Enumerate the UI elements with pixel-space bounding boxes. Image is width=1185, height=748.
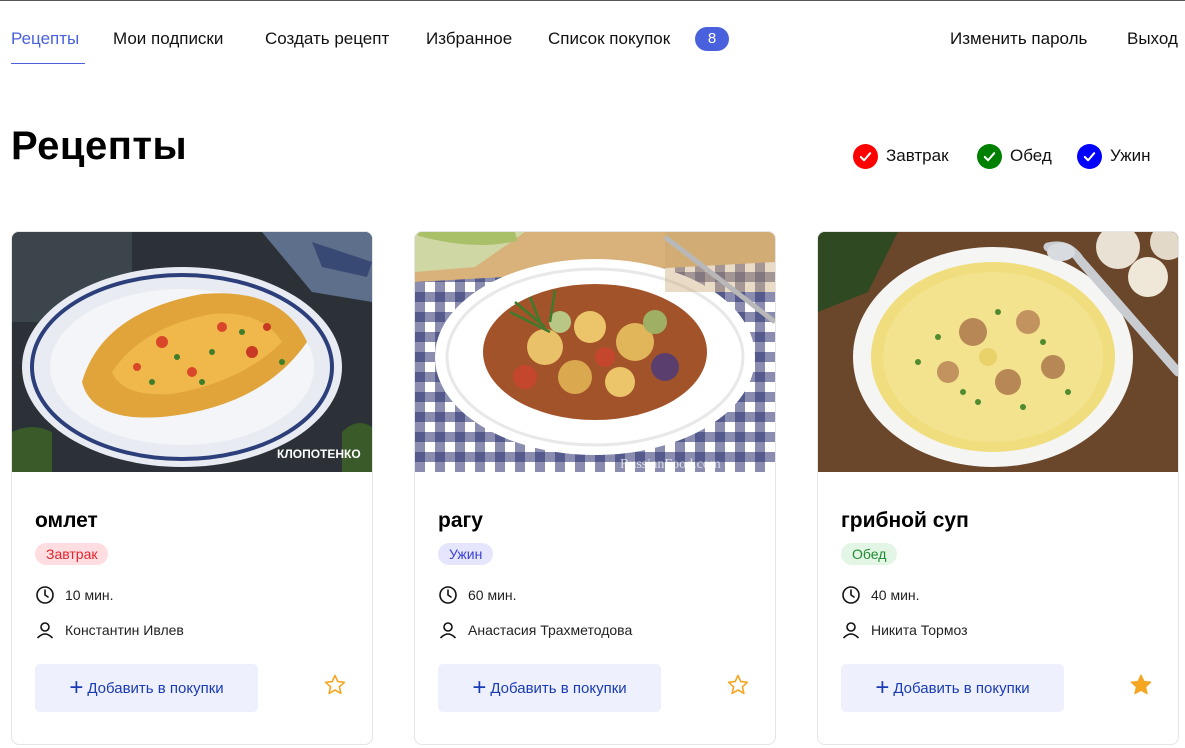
shopping-list-count-badge: 8 xyxy=(695,27,729,51)
recipe-author: Анастасия Трахметодова xyxy=(438,620,632,640)
page-title: Рецепты xyxy=(11,124,188,168)
recipe-tag-badge: Ужин xyxy=(438,543,494,565)
watermark-text: RussianFood.com xyxy=(620,457,721,472)
recipe-title[interactable]: рагу xyxy=(438,508,483,534)
plus-icon: + xyxy=(875,674,890,701)
recipe-image-omelette[interactable]: КЛОПОТЕНКО xyxy=(12,232,372,472)
recipe-author-name[interactable]: Константин Ивлев xyxy=(65,622,184,638)
user-icon xyxy=(36,622,54,639)
filter-breakfast[interactable]: Завтрак xyxy=(853,143,949,169)
add-to-shopping-label: Добавить в покупки xyxy=(87,679,224,697)
filter-label: Обед xyxy=(1010,146,1052,165)
recipe-card: грибной суп Обед 40 мин. Никита Тормоз +… xyxy=(817,231,1179,745)
recipe-time: 10 мин. xyxy=(35,585,114,605)
recipe-author: Константин Ивлев xyxy=(35,620,184,640)
check-icon xyxy=(853,143,878,169)
recipe-time: 40 мин. xyxy=(841,585,920,605)
nav-shopping-list[interactable]: Список покупок xyxy=(548,29,670,49)
favorite-star-icon[interactable] xyxy=(726,673,750,697)
favorite-star-icon[interactable] xyxy=(323,673,347,697)
clock-icon xyxy=(439,586,457,604)
recipe-card: КЛОПОТЕНКО омлет Завтрак 10 мин. Констан… xyxy=(11,231,373,745)
add-to-shopping-button[interactable]: + Добавить в покупки xyxy=(438,664,661,712)
user-icon xyxy=(439,622,457,639)
plus-icon: + xyxy=(472,674,487,701)
recipe-author-name[interactable]: Никита Тормоз xyxy=(871,622,968,638)
user-icon xyxy=(842,622,860,639)
check-icon xyxy=(1077,143,1102,169)
recipe-time-value: 60 мин. xyxy=(468,587,517,603)
add-to-shopping-label: Добавить в покупки xyxy=(893,679,1030,697)
recipe-image-mushroom-soup[interactable] xyxy=(818,232,1178,472)
nav-logout[interactable]: Выход xyxy=(1127,29,1178,49)
recipe-time: 60 мин. xyxy=(438,585,517,605)
recipe-author-name[interactable]: Анастасия Трахметодова xyxy=(468,622,632,638)
filter-dinner[interactable]: Ужин xyxy=(1077,143,1151,169)
clock-icon xyxy=(842,586,860,604)
recipe-image-ragout[interactable]: RussianFood.com xyxy=(415,232,775,472)
filter-lunch[interactable]: Обед xyxy=(977,143,1052,169)
add-to-shopping-button[interactable]: + Добавить в покупки xyxy=(35,664,258,712)
nav-create-recipe[interactable]: Создать рецепт xyxy=(265,29,389,49)
recipe-author: Никита Тормоз xyxy=(841,620,968,640)
recipe-time-value: 40 мин. xyxy=(871,587,920,603)
nav-change-password[interactable]: Изменить пароль xyxy=(950,29,1087,49)
nav-subscriptions[interactable]: Мои подписки xyxy=(113,29,223,49)
nav-recipes[interactable]: Рецепты xyxy=(11,29,79,49)
recipe-time-value: 10 мин. xyxy=(65,587,114,603)
main-nav: Рецепты Мои подписки Создать рецепт Избр… xyxy=(0,0,1185,80)
recipe-tag-badge: Обед xyxy=(841,543,898,565)
filter-label: Завтрак xyxy=(886,146,949,165)
recipe-card: RussianFood.com рагу Ужин 60 мин. Анаста… xyxy=(414,231,776,745)
recipe-title[interactable]: грибной суп xyxy=(841,508,969,534)
nav-active-underline xyxy=(11,63,85,64)
clock-icon xyxy=(36,586,54,604)
add-to-shopping-label: Добавить в покупки xyxy=(490,679,627,697)
filter-label: Ужин xyxy=(1110,146,1151,165)
recipe-title[interactable]: омлет xyxy=(35,508,98,534)
recipe-tag-badge: Завтрак xyxy=(35,543,109,565)
check-icon xyxy=(977,143,1002,169)
favorite-star-filled-icon[interactable] xyxy=(1129,673,1153,697)
nav-favorites[interactable]: Избранное xyxy=(426,29,512,49)
watermark-text: КЛОПОТЕНКО xyxy=(277,447,361,461)
plus-icon: + xyxy=(69,674,84,701)
add-to-shopping-button[interactable]: + Добавить в покупки xyxy=(841,664,1064,712)
